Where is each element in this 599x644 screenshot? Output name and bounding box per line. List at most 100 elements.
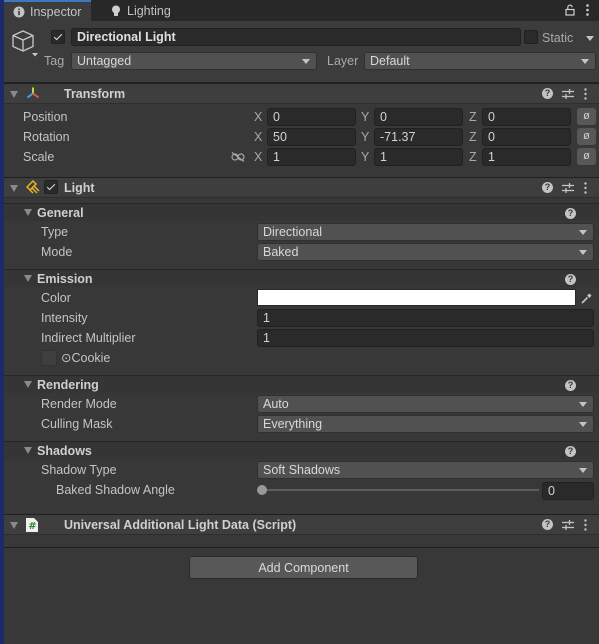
eyedropper-icon[interactable] [578,290,595,306]
intensity-label: Intensity [41,311,88,325]
light-component-header[interactable]: Light ? [4,177,599,198]
tag-value: Untagged [77,54,132,68]
rendering-title: Rendering [37,378,99,392]
culling-mask-dropdown[interactable]: Everything [257,415,594,433]
add-component-button[interactable]: Add Component [189,556,418,579]
gameobject-cube-icon[interactable] [11,29,41,62]
chevron-down-icon [579,422,587,427]
render-mode-value: Auto [263,397,289,411]
shadows-title: Shadows [37,444,92,458]
shadows-section-header[interactable]: Shadows ? [4,441,599,459]
tab-lighting[interactable]: Lighting [104,0,194,21]
presets-icon[interactable] [562,88,574,103]
light-enabled-checkbox[interactable] [44,180,58,194]
info-icon [13,6,25,18]
culling-mask-value: Everything [263,417,323,431]
foldout-arrow-icon[interactable] [24,381,32,388]
reset-rotation-button[interactable]: ø [577,128,596,145]
axis-y-label: Y [361,130,370,144]
axis-z-label: Z [469,130,477,144]
help-icon[interactable]: ? [565,274,576,285]
gameobject-active-checkbox[interactable] [51,30,65,44]
foldout-arrow-icon[interactable] [24,447,32,454]
mode-dropdown[interactable]: Baked [257,243,594,261]
emission-title: Emission [37,272,93,286]
rotation-label: Rotation [23,130,70,144]
component-menu-kebab-icon[interactable] [584,88,587,103]
presets-icon[interactable] [562,182,574,197]
layer-value: Default [370,54,410,68]
scale-z-input[interactable]: 1 [482,148,571,166]
gameobject-name-input[interactable]: Directional Light [71,28,521,46]
intensity-input[interactable]: 1 [257,309,594,327]
emission-section-header[interactable]: Emission ? [4,269,599,287]
shadow-type-label: Shadow Type [41,463,117,477]
tab-inspector[interactable]: Inspector [4,0,91,21]
component-menu-kebab-icon[interactable] [584,519,587,534]
help-icon[interactable]: ? [565,380,576,391]
cookie-texture-slot[interactable] [41,350,57,366]
inspector-panel: Inspector Lighting Directional Light Sta… [4,0,599,644]
axis-x-label: X [254,130,263,144]
foldout-arrow-icon[interactable] [24,275,32,282]
foldout-arrow-icon[interactable] [10,91,18,98]
render-mode-label: Render Mode [41,397,117,411]
lock-icon[interactable] [565,4,575,19]
baked-shadow-angle-slider-thumb[interactable] [257,485,267,495]
tab-bar: Inspector Lighting [4,0,599,21]
tab-menu-kebab-icon[interactable] [586,4,589,19]
color-swatch-field[interactable] [257,289,576,306]
layer-label: Layer [327,54,359,68]
reset-scale-button[interactable]: ø [577,148,596,165]
transform-title: Transform [64,87,126,101]
mode-value: Baked [263,245,299,259]
reset-position-button[interactable]: ø [577,108,596,125]
component-menu-kebab-icon[interactable] [584,182,587,197]
type-dropdown[interactable]: Directional [257,223,594,241]
position-y-input[interactable]: 0 [374,108,463,126]
transform-component-header[interactable]: Transform ? [4,83,599,104]
help-icon[interactable]: ? [542,519,553,530]
indirect-multiplier-input[interactable]: 1 [257,329,594,347]
presets-icon[interactable] [562,519,574,534]
help-icon[interactable]: ? [542,88,553,99]
rotation-y-input[interactable]: -71.37 [374,128,463,146]
svg-text:#: # [28,521,36,532]
foldout-arrow-icon[interactable] [10,185,18,192]
shadow-type-dropdown[interactable]: Soft Shadows [257,461,594,479]
baked-shadow-angle-slider-track[interactable] [261,489,539,491]
script-component-header[interactable]: # Universal Additional Light Data (Scrip… [4,514,599,535]
constrain-proportions-link-icon[interactable] [231,151,245,165]
baked-shadow-angle-input[interactable]: 0 [542,482,594,500]
position-z-input[interactable]: 0 [482,108,571,126]
help-icon[interactable]: ? [565,208,576,219]
foldout-arrow-icon[interactable] [10,522,18,529]
static-dropdown-arrow-icon[interactable] [586,36,594,41]
cookie-label[interactable]: ⊙Cookie [61,350,110,366]
rotation-z-input[interactable]: 0 [482,128,571,146]
help-icon[interactable]: ? [542,182,553,193]
axis-z-label: Z [469,150,477,164]
scale-y-input[interactable]: 1 [374,148,463,166]
layer-dropdown[interactable]: Default [364,52,596,70]
script-component-title: Universal Additional Light Data (Script) [64,518,297,532]
render-mode-dropdown[interactable]: Auto [257,395,594,413]
axis-y-label: Y [361,110,370,124]
csharp-script-icon: # [26,518,38,535]
static-checkbox[interactable] [524,30,538,44]
tag-dropdown[interactable]: Untagged [71,52,317,70]
axis-x-label: X [254,110,263,124]
transform-axis-icon [26,87,40,103]
help-icon[interactable]: ? [565,446,576,457]
chevron-down-icon [579,230,587,235]
rendering-section-header[interactable]: Rendering ? [4,375,599,393]
lightbulb-icon [110,5,122,17]
general-section-header[interactable]: General ? [4,203,599,221]
scale-x-input[interactable]: 1 [267,148,356,166]
static-label: Static [542,31,574,45]
rotation-x-input[interactable]: 50 [267,128,356,146]
shadow-type-value: Soft Shadows [263,463,341,477]
light-component-icon [25,179,40,197]
position-x-input[interactable]: 0 [267,108,356,126]
foldout-arrow-icon[interactable] [24,209,32,216]
